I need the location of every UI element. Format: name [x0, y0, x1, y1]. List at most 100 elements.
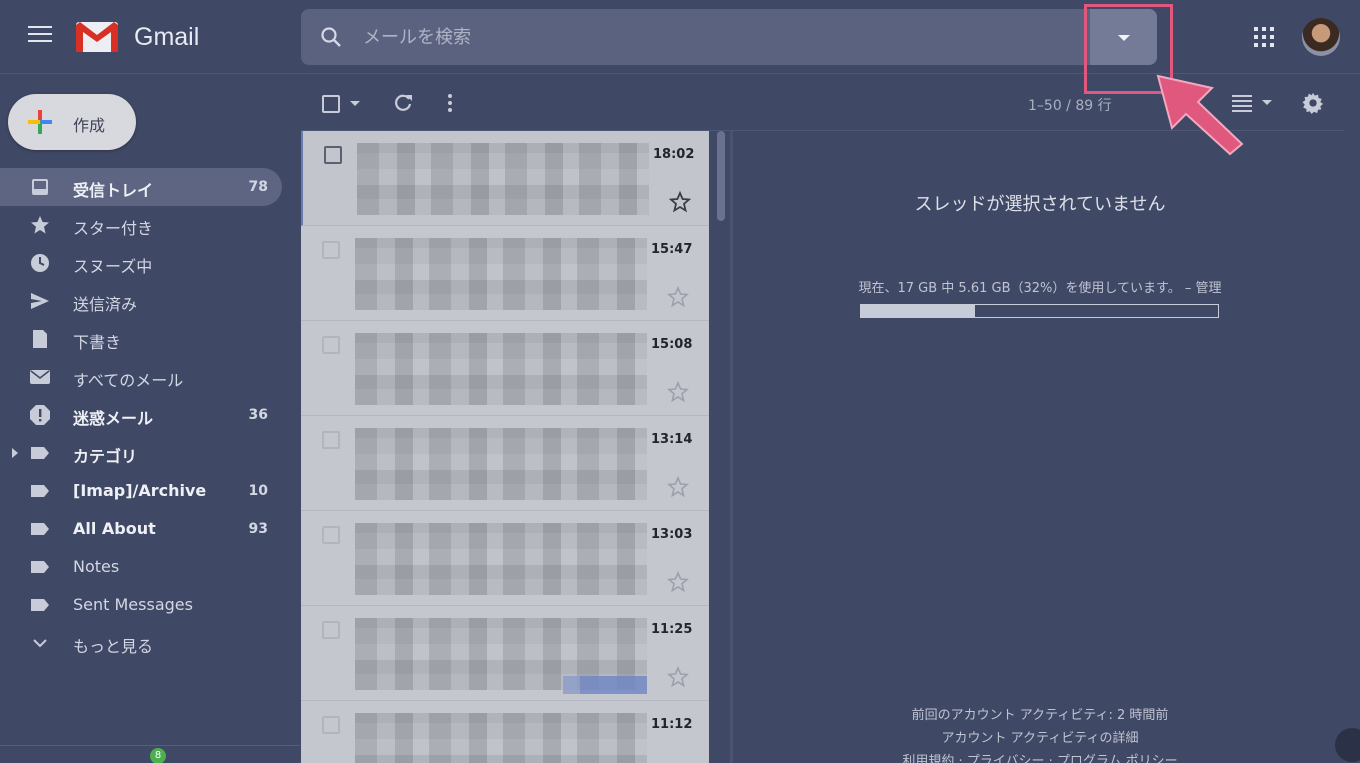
density-dropdown-icon[interactable]	[1262, 100, 1272, 105]
pixelated-preview	[355, 713, 647, 763]
no-thread-message: スレッドが選択されていません	[914, 194, 1166, 215]
scroll-thumb[interactable]	[717, 131, 725, 221]
gmail-logo[interactable]: Gmail	[74, 18, 199, 56]
compose-label: 作成	[73, 116, 106, 135]
hangouts-badge: 8	[150, 748, 166, 763]
sidebar-item-label: [Imap]/Archive	[73, 481, 207, 500]
row-checkbox[interactable]	[322, 716, 340, 734]
sidebar-item-more[interactable]: もっと見る	[0, 624, 300, 662]
app-name: Gmail	[134, 22, 200, 51]
search-bar[interactable]	[301, 9, 1157, 65]
star-outline-icon[interactable]	[669, 191, 691, 213]
mail-icon	[30, 370, 50, 384]
sidebar-item-spam[interactable]: 迷惑メール 36	[0, 396, 300, 434]
star-outline-icon[interactable]	[667, 476, 689, 498]
sidebar-item-label: 送信済み	[73, 295, 138, 314]
sidebar-item-label: 迷惑メール	[73, 409, 154, 428]
clock-icon	[31, 254, 49, 272]
sidebar-item-label: 受信トレイ	[73, 181, 154, 200]
unread-count: 93	[248, 521, 268, 537]
sidebar-item-snoozed[interactable]: スヌーズ中	[0, 244, 300, 282]
chevron-down-icon	[33, 639, 47, 648]
pane-divider[interactable]	[730, 131, 733, 763]
storage-bar	[860, 304, 1219, 318]
sidebar-item-sent[interactable]: 送信済み	[0, 282, 300, 320]
mail-row[interactable]: 15:47	[301, 226, 709, 321]
storage-usage-text: 現在、17 GB 中 5.61 GB（32%）を使用しています。 – 管理	[858, 281, 1222, 296]
label-icon	[31, 561, 49, 573]
row-time: 13:14	[651, 432, 693, 447]
sidebar-item-label: スター付き	[73, 219, 154, 238]
row-checkbox[interactable]	[322, 336, 340, 354]
mail-row[interactable]: 18:02	[301, 131, 709, 226]
activity-details-link[interactable]: アカウント アクティビティの詳細	[740, 727, 1340, 746]
pagination-text: 1–50 / 89 行	[1028, 98, 1112, 114]
unread-count: 10	[248, 483, 268, 499]
mail-list-scrollbar[interactable]	[715, 131, 727, 763]
select-all-checkbox[interactable]	[322, 95, 340, 113]
sidebar-item-imap-archive[interactable]: [Imap]/Archive 10	[0, 472, 300, 510]
account-avatar[interactable]	[1302, 18, 1340, 56]
label-icon	[31, 447, 49, 459]
last-activity-text: 前回のアカウント アクティビティ: 2 時間前	[911, 708, 1169, 723]
sidebar-item-label: Sent Messages	[73, 595, 193, 614]
search-icon[interactable]	[319, 25, 343, 49]
mail-list: 18:02 15:47 15:08 13:14 13:03 11:25 11:1…	[301, 131, 709, 763]
mail-row[interactable]: 13:03	[301, 511, 709, 606]
star-outline-icon[interactable]	[667, 381, 689, 403]
row-checkbox[interactable]	[322, 241, 340, 259]
select-dropdown-icon[interactable]	[350, 101, 360, 106]
pixelated-preview-accent	[563, 676, 647, 694]
row-time: 15:47	[651, 242, 693, 257]
row-time: 11:12	[651, 717, 693, 732]
spam-icon	[30, 405, 50, 425]
draft-icon	[33, 330, 47, 348]
label-icon	[31, 485, 49, 497]
pixelated-preview	[355, 238, 647, 310]
star-outline-icon[interactable]	[667, 666, 689, 688]
star-icon	[31, 216, 49, 234]
refresh-icon[interactable]	[392, 92, 414, 114]
sidebar-item-notes[interactable]: Notes	[0, 548, 300, 586]
sidebar-item-starred[interactable]: スター付き	[0, 206, 300, 244]
mail-row[interactable]: 15:08	[301, 321, 709, 416]
inbox-icon	[32, 179, 48, 195]
pixelated-preview	[357, 143, 649, 215]
more-vert-icon[interactable]	[447, 94, 453, 112]
sidebar-item-sent-messages[interactable]: Sent Messages	[0, 586, 300, 624]
sidebar-item-label: カテゴリ	[73, 447, 138, 466]
label-icon	[31, 599, 49, 611]
star-outline-icon[interactable]	[667, 286, 689, 308]
gear-icon[interactable]	[1302, 92, 1324, 114]
sidebar-item-inbox[interactable]: 受信トレイ 78	[0, 168, 282, 206]
sidebar-item-label: All About	[73, 519, 156, 538]
row-checkbox[interactable]	[322, 526, 340, 544]
pixelated-preview	[355, 333, 647, 405]
pixelated-preview	[355, 428, 647, 500]
send-icon	[31, 293, 49, 309]
row-checkbox[interactable]	[322, 621, 340, 639]
sidebar-item-label: 下書き	[73, 333, 122, 352]
apps-grid-icon[interactable]	[1254, 27, 1274, 47]
row-checkbox[interactable]	[324, 146, 342, 164]
pointer-arrow-icon	[1156, 74, 1244, 156]
sidebar-item-all-about[interactable]: All About 93	[0, 510, 300, 548]
mail-row[interactable]: 11:12	[301, 701, 709, 763]
search-input[interactable]	[363, 23, 1063, 51]
label-icon	[31, 523, 49, 535]
mail-row[interactable]: 13:14	[301, 416, 709, 511]
row-checkbox[interactable]	[322, 431, 340, 449]
mail-row[interactable]: 11:25	[301, 606, 709, 701]
star-outline-icon[interactable]	[667, 571, 689, 593]
main-menu-icon[interactable]	[28, 26, 52, 46]
policy-links[interactable]: 利用規約 · プライバシー · プログラム ポリシー	[740, 750, 1340, 763]
compose-button[interactable]: 作成	[8, 94, 136, 150]
pixelated-preview	[355, 523, 647, 595]
sidebar-item-all-mail[interactable]: すべてのメール	[0, 358, 300, 396]
sidebar-item-categories[interactable]: カテゴリ	[0, 434, 300, 472]
row-time: 11:25	[651, 622, 693, 637]
expand-arrow-icon[interactable]	[12, 448, 18, 458]
row-time: 18:02	[653, 147, 695, 162]
sidebar-item-label: スヌーズ中	[73, 257, 153, 276]
sidebar-item-drafts[interactable]: 下書き	[0, 320, 300, 358]
